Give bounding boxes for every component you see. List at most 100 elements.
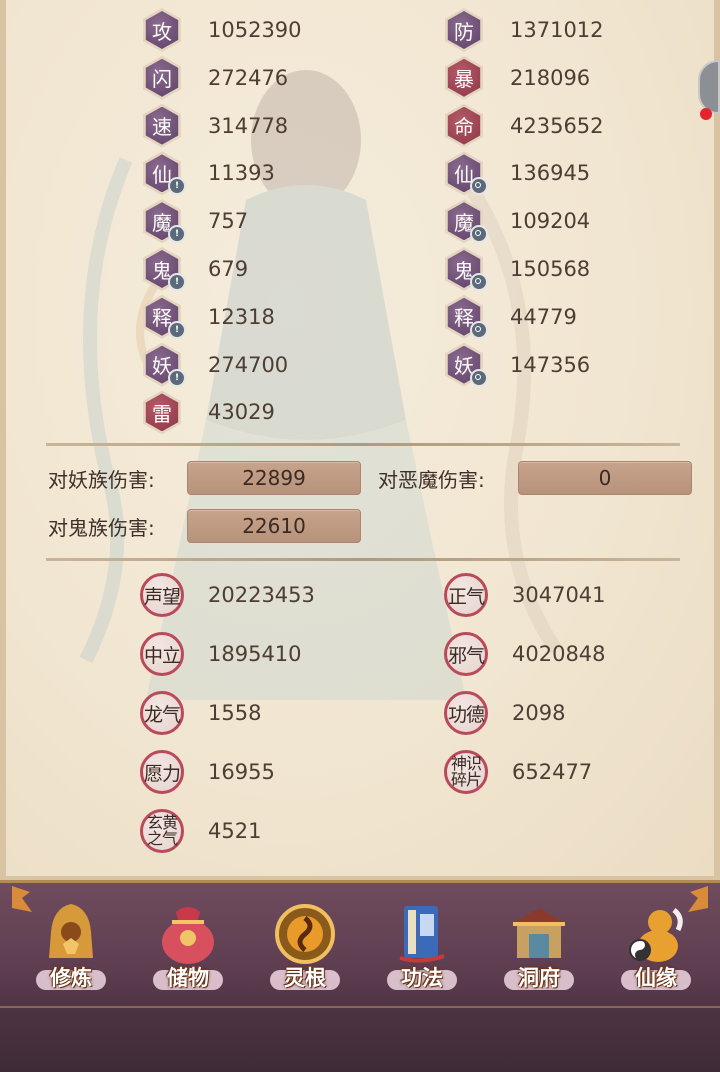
right-stat-row: 仙 136945 [444, 153, 591, 196]
ring-badge-icon [470, 368, 488, 387]
right-stat-row: 防 1371012 [444, 10, 604, 50]
wish-power-icon: 愿力 [140, 750, 184, 794]
stat-hex-icon: 鬼! [142, 249, 186, 291]
notification-dot [700, 108, 712, 120]
stat-hex-icon: 妖 [444, 345, 488, 387]
stat-value: 679 [208, 257, 249, 281]
merit-value: 2098 [512, 701, 566, 725]
nav-label: 灵根 [284, 966, 326, 990]
ring-badge-icon [470, 320, 488, 339]
stat-value: 109204 [510, 209, 591, 234]
stat-hex-icon: 暴 [444, 58, 484, 98]
ring-badge-icon [470, 177, 488, 196]
nav-item-storage-bag[interactable]: 储物 [133, 898, 243, 1008]
rep-prestige: 声望 20223453 [140, 572, 315, 618]
stat-hex-icon: 仙! [142, 153, 186, 196]
stat-hex-icon: 魔 [444, 201, 488, 244]
rep-soul-fragment: 神识 碎片 652477 [444, 749, 592, 795]
evil-damage-label: 对恶魔伤害: [378, 468, 485, 492]
dragon-qi-value: 1558 [208, 701, 262, 725]
nav-item-cultivate[interactable]: 修炼 [16, 898, 126, 1008]
attribute-panel [0, 0, 720, 880]
skill-book-icon [386, 898, 458, 970]
xuanhuang-qi-icon: 玄黄 之气 [140, 809, 184, 853]
stat-hex-icon: 防 [444, 10, 484, 50]
stat-value: 274700 [208, 352, 289, 377]
prestige-icon: 声望 [140, 573, 184, 617]
left-stat-row: 仙! 11393 [142, 153, 275, 196]
info-badge-icon: ! [168, 225, 186, 244]
nav-item-cave-mansion[interactable]: 洞府 [484, 898, 594, 1008]
rep-righteous: 正气 3047041 [444, 572, 606, 618]
nav-item-spirit-root[interactable]: 灵根 [250, 898, 360, 1008]
right-stat-row: 鬼 150568 [444, 249, 590, 291]
righteous-value: 3047041 [512, 583, 606, 607]
stat-value: 4235652 [510, 113, 604, 138]
stat-value: 43029 [208, 400, 275, 425]
info-badge-icon: ! [168, 177, 186, 196]
left-stat-row: 妖! 274700 [142, 345, 289, 387]
stat-glyph: 防 [447, 11, 481, 49]
info-badge-icon: ! [168, 320, 186, 339]
stat-hex-icon: 鬼 [444, 249, 488, 291]
side-scroll-handle[interactable] [698, 60, 720, 114]
stat-value: 12318 [208, 304, 275, 329]
nav-item-immortal-gourd[interactable]: 仙缘 [601, 898, 711, 1008]
neutral-value: 1895410 [208, 642, 302, 666]
soul-fragment-value: 652477 [512, 760, 593, 784]
left-stat-row: 释! 12318 [142, 297, 275, 339]
stat-value: 1371012 [510, 18, 604, 42]
stat-hex-icon: 雷 [142, 392, 182, 432]
right-stat-row: 魔 109204 [444, 201, 591, 244]
stat-value: 218096 [510, 65, 591, 90]
rep-dragon-qi: 龙气 1558 [140, 690, 261, 736]
rep-neutral: 中立 1895410 [140, 631, 302, 677]
ghost-damage-value: 22610 [187, 509, 361, 543]
left-stat-row: 闪 272476 [142, 58, 288, 98]
evil-damage-value: 0 [518, 461, 692, 495]
nav-label: 仙缘 [635, 966, 677, 990]
evil-value: 4020848 [512, 642, 606, 666]
stat-hex-icon: 释 [444, 297, 488, 339]
prestige-value: 20223453 [208, 583, 315, 607]
stat-value: 11393 [208, 161, 275, 186]
right-stat-row: 妖 147356 [444, 345, 591, 387]
ring-badge-icon [470, 225, 488, 244]
left-stat-row: 速 314778 [142, 106, 288, 146]
soul-fragment-icon: 神识 碎片 [444, 750, 488, 794]
stat-hex-icon: 闪 [142, 58, 182, 98]
nav-label: 功法 [401, 966, 443, 990]
right-stat-row: 释 44779 [444, 297, 577, 339]
dragon-qi-icon: 龙气 [140, 691, 184, 735]
stat-hex-icon: 命 [444, 106, 484, 146]
ghost-damage-label: 对鬼族伤害: [48, 516, 155, 540]
right-stat-row: 暴 218096 [444, 58, 590, 98]
storage-bag-icon [152, 898, 224, 970]
nav-label: 洞府 [518, 966, 560, 990]
stat-glyph: 速 [145, 106, 179, 145]
neutral-icon: 中立 [140, 632, 184, 676]
rep-xuanhuang-qi: 玄黄 之气 4521 [140, 808, 261, 854]
section-divider [46, 558, 680, 561]
rep-merit: 功德 2098 [444, 690, 565, 736]
stat-value: 44779 [510, 304, 577, 329]
nav-label: 储物 [167, 966, 209, 990]
xuanhuang-qi-value: 4521 [208, 819, 262, 843]
stat-glyph: 攻 [145, 11, 179, 49]
stat-value: 757 [208, 209, 249, 234]
right-stat-row: 命 4235652 [444, 106, 604, 146]
stat-hex-icon: 仙 [444, 153, 488, 196]
left-stat-row: 雷 43029 [142, 392, 275, 432]
info-badge-icon: ! [168, 273, 186, 291]
rep-evil: 邪气 4020848 [444, 631, 606, 677]
righteous-icon: 正气 [444, 573, 488, 617]
cave-mansion-icon [503, 898, 575, 970]
stat-hex-icon: 魔! [142, 201, 186, 244]
section-divider [46, 443, 680, 446]
demon-damage-value: 22899 [187, 461, 361, 495]
stat-value: 136945 [510, 161, 591, 186]
rep-wish-power: 愿力 16955 [140, 749, 275, 795]
stat-value: 147356 [510, 352, 591, 377]
nav-label: 修炼 [50, 966, 92, 990]
nav-item-skill-book[interactable]: 功法 [367, 898, 477, 1008]
